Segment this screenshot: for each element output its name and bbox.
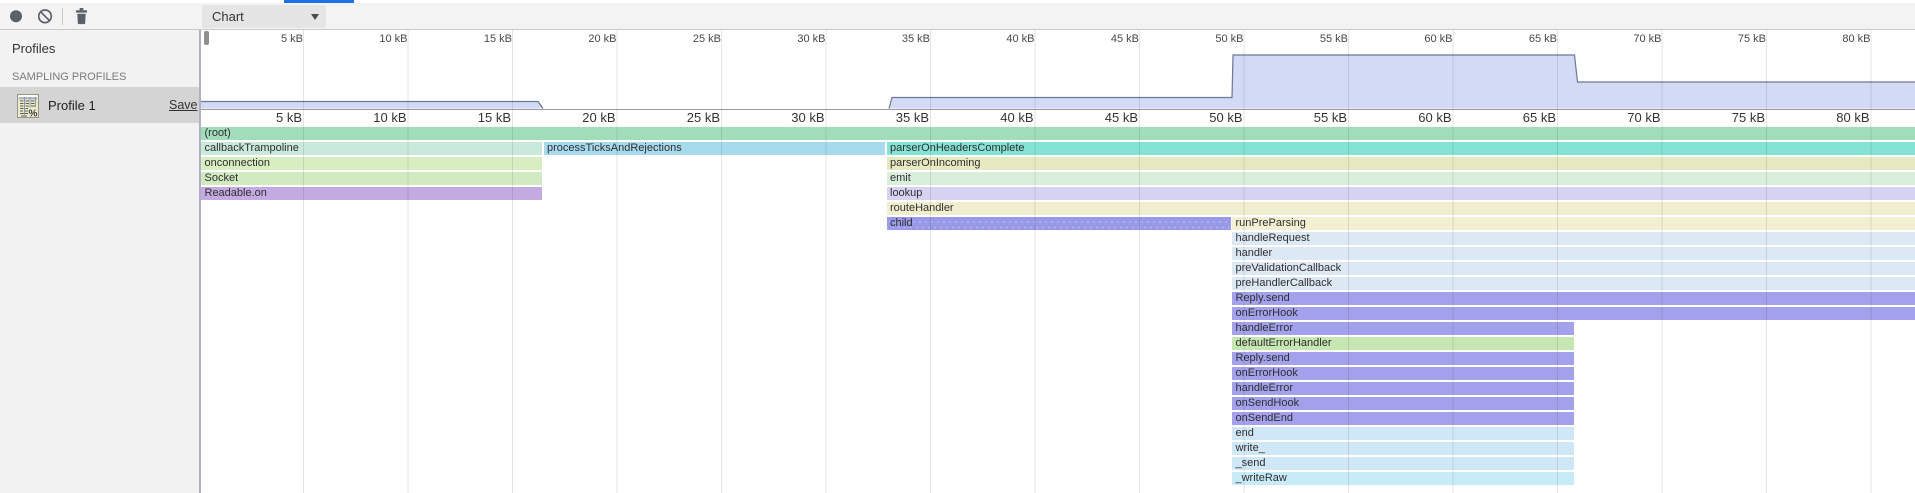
svg-text:%: % bbox=[29, 109, 38, 119]
